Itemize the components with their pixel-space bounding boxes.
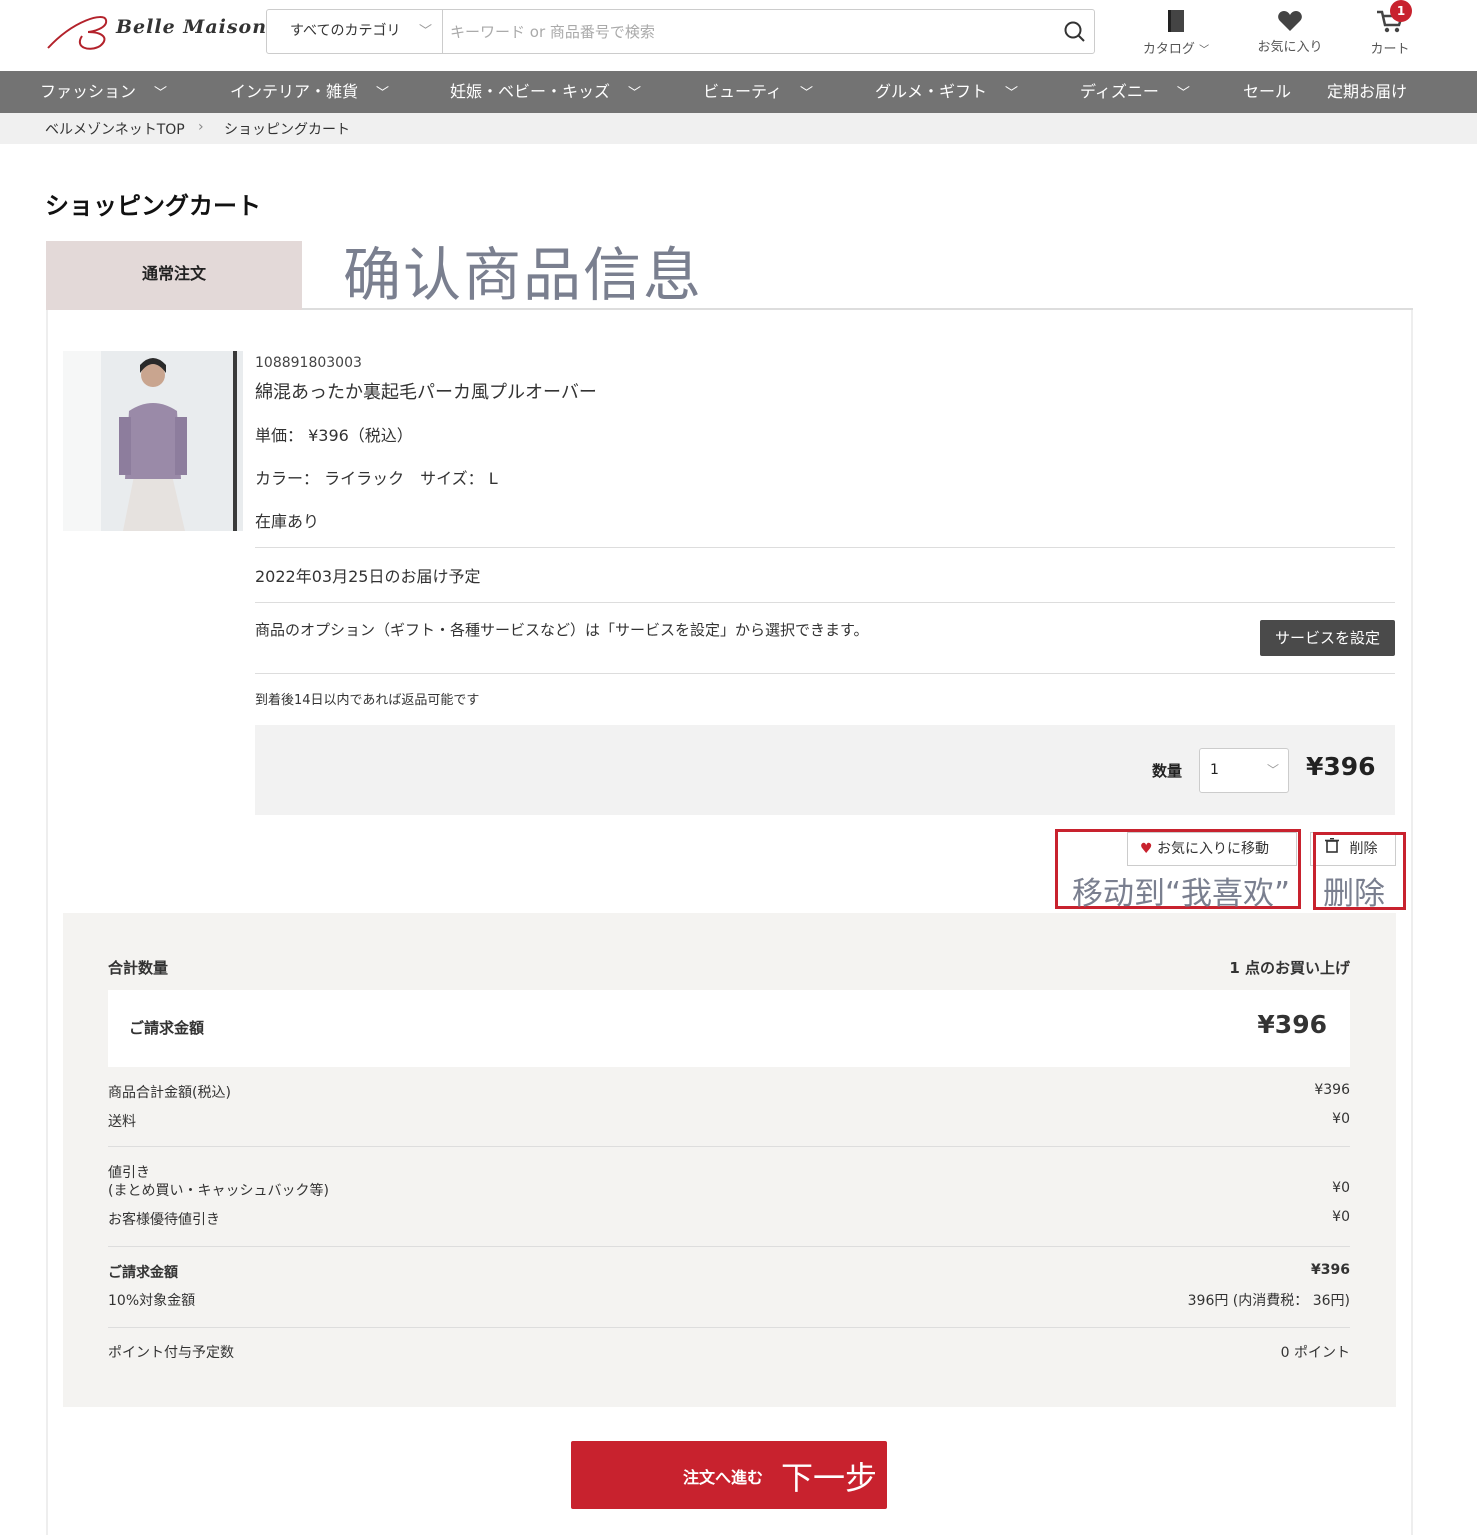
breadcrumb	[0, 113, 1477, 144]
customer-discount-value: ¥0	[1332, 1209, 1350, 1225]
main-nav: ファッション ﹀ インテリア・雑貨 ﹀ 妊娠・ベビー・キッズ ﹀ ビューティ ﹀ グルメ…	[0, 71, 1477, 113]
catalog-icon	[1168, 10, 1184, 32]
subtotal-value: ¥396	[1314, 1082, 1350, 1098]
divider	[255, 602, 1395, 603]
total-qty-label: 合計数量	[108, 959, 169, 977]
heart-icon	[1278, 11, 1302, 31]
tax-label: 10%対象金額	[108, 1293, 196, 1309]
quantity-value: 1	[1210, 762, 1219, 778]
chevron-down-icon: ﹀	[1005, 86, 1019, 101]
nav-item-label: 妊娠・ベビー・キッズ	[450, 82, 611, 101]
nav-item-label: ビューティ	[703, 82, 783, 101]
return-note: 到着後14日以内であれば返品可能です	[255, 693, 480, 708]
billing-box	[108, 990, 1350, 1067]
chevron-down-icon: ﹀	[376, 86, 390, 101]
nav-item-gourmet-gift[interactable]: グルメ・ギフト ﹀	[875, 71, 1018, 113]
annotation-confirm-product: 确认商品信息	[343, 241, 704, 309]
nav-item-baby-kids[interactable]: 妊娠・ベビー・キッズ ﹀	[450, 71, 641, 113]
cart-label: カート	[1370, 42, 1410, 57]
annotation-delete: 删除	[1323, 876, 1385, 912]
option-note: 商品のオプション（ギフト・各種サービスなど）は「サービスを設定」から選択できます…	[255, 621, 869, 639]
quantity-select[interactable]: 1 ﹀	[1199, 748, 1289, 793]
product-code: 108891803003	[255, 355, 362, 371]
product-name[interactable]: 綿混あったか裏起毛パーカ風プルオーバー	[255, 378, 597, 404]
discount-label-detail: (まとめ買い・キャッシュバック等)	[108, 1183, 329, 1199]
nav-item-beauty[interactable]: ビューティ ﹀	[703, 71, 813, 113]
points-label: ポイント付与予定数	[108, 1345, 234, 1361]
catalog-label: カタログ	[1142, 42, 1195, 57]
divider	[255, 673, 1395, 674]
search-icon[interactable]	[1060, 17, 1090, 47]
product-image[interactable]	[63, 351, 243, 531]
search-input[interactable]	[444, 10, 1054, 53]
discount-value: ¥0	[1332, 1180, 1350, 1196]
chevron-down-icon: ﹀	[154, 86, 168, 101]
shipping-value: ¥0	[1332, 1111, 1350, 1127]
annotation-next: 下一步	[781, 1459, 878, 1497]
nav-item-label: グルメ・ギフト	[875, 82, 988, 101]
product-stock: 在庫あり	[255, 512, 320, 531]
billing-label: ご請求金額	[129, 1019, 205, 1037]
divider	[108, 1246, 1350, 1247]
divider	[255, 547, 1395, 548]
customer-discount-label: お客様優待値引き	[108, 1212, 220, 1228]
search-category-label: すべてのカテゴリ	[290, 23, 401, 39]
nav-item-label: 定期お届け	[1327, 82, 1408, 101]
chevron-down-icon: ﹀	[800, 86, 814, 101]
delivery-date: 2022年03月25日のお届け予定	[255, 567, 481, 586]
divider	[108, 1327, 1350, 1328]
breadcrumb-home-link[interactable]: ベルメゾンネットTOP	[45, 119, 185, 139]
nav-item-label: インテリア・雑貨	[230, 82, 359, 101]
points-value: 0 ポイント	[1280, 1345, 1350, 1361]
billing-value: ¥396	[1257, 1010, 1327, 1039]
breadcrumb-current: ショッピングカート	[224, 122, 350, 138]
cart-link[interactable]: カート	[1358, 10, 1422, 57]
logo-text: Belle Maison	[116, 16, 268, 38]
nav-item-sale[interactable]: セール	[1243, 71, 1291, 113]
nav-item-subscription[interactable]: 定期お届け	[1327, 71, 1407, 113]
nav-item-interior[interactable]: インテリア・雑貨 ﹀	[230, 71, 389, 113]
product-unit-price: 単価： ¥396（税込）	[255, 426, 413, 445]
line-price: ¥396	[1306, 752, 1376, 781]
chevron-down-icon: ﹀	[418, 24, 432, 39]
nav-item-label: ディズニー	[1080, 82, 1159, 101]
search-category-select[interactable]: すべてのカテゴリ ﹀	[266, 9, 443, 54]
order-summary	[63, 913, 1396, 1407]
divider	[108, 1146, 1350, 1147]
breadcrumb-separator-icon: ›	[198, 119, 204, 135]
tax-value: 396円 (内消費税： 36円)	[1187, 1293, 1350, 1309]
page-title: ショッピングカート	[45, 192, 261, 220]
billing2-label: ご請求金額	[108, 1265, 178, 1281]
chevron-down-icon: ﹀	[1266, 763, 1279, 777]
chevron-down-icon: ﹀	[628, 86, 642, 101]
service-settings-button[interactable]: サービスを設定	[1260, 620, 1395, 656]
chevron-down-icon: ﹀	[1176, 86, 1190, 101]
nav-item-label: セール	[1243, 82, 1292, 101]
discount-label: 値引き	[108, 1165, 150, 1181]
product-variant: カラー： ライラック サイズ： L	[255, 469, 498, 488]
tab-regular-order[interactable]: 通常注文	[46, 241, 302, 310]
quantity-label: 数量	[1152, 762, 1183, 780]
proceed-to-order-button[interactable]: 注文へ進む 下一步	[571, 1441, 887, 1509]
subtotal-label: 商品合計金額(税込)	[108, 1085, 231, 1101]
favorites-link[interactable]: お気に入り	[1250, 10, 1330, 55]
nav-item-fashion[interactable]: ファッション ﹀	[40, 71, 167, 113]
cart-count-badge: 1	[1390, 0, 1412, 22]
billing2-value: ¥396	[1311, 1262, 1350, 1278]
proceed-label: 注文へ進む	[683, 1468, 764, 1487]
product-photo	[63, 351, 243, 531]
shipping-label: 送料	[108, 1114, 136, 1130]
favorites-label: お気に入り	[1257, 40, 1323, 55]
catalog-link[interactable]: カタログ ﹀	[1136, 8, 1216, 57]
annotation-move-favorites: 移动到“我喜欢”	[1072, 876, 1291, 912]
nav-item-disney[interactable]: ディズニー ﹀	[1080, 71, 1190, 113]
nav-item-label: ファッション	[40, 82, 137, 101]
total-qty-value: 1 点のお買い上げ	[1229, 959, 1350, 977]
